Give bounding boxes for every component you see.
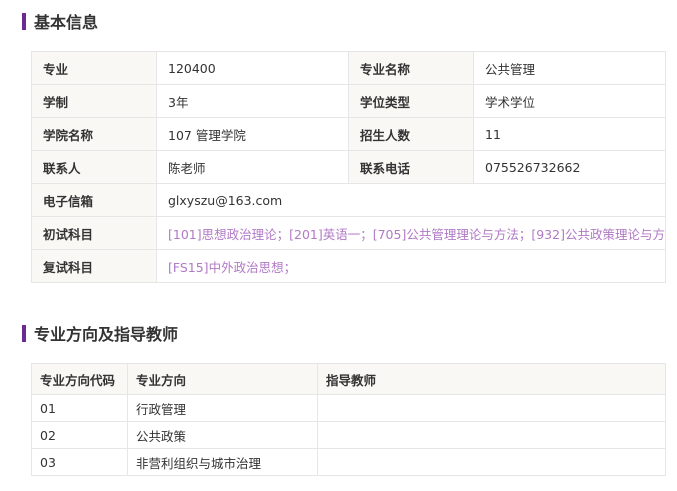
prelim-subjects-label: 初试科目 [31, 216, 157, 250]
school-value: 107 管理学院 [156, 117, 349, 151]
table-row: 01 行政管理 [31, 394, 666, 422]
email-label: 电子信箱 [31, 183, 157, 217]
enroll-label: 招生人数 [348, 117, 474, 151]
basic-info-table: 专业 120400 专业名称 公共管理 学制 3年 学位类型 学术学位 学院名称… [31, 51, 666, 283]
header-direction: 专业方向 [127, 363, 318, 395]
major-name-value: 公共管理 [473, 51, 666, 85]
table-row: 02 公共政策 [31, 421, 666, 449]
contact-label: 联系人 [31, 150, 157, 184]
table-row: 电子信箱 glxyszu@163.com [31, 183, 666, 217]
school-label: 学院名称 [31, 117, 157, 151]
table-row: 联系人 陈老师 联系电话 075526732662 [31, 150, 666, 184]
direction-name: 非营利组织与城市治理 [127, 448, 318, 476]
direction-advisor [317, 421, 666, 449]
directions-title: 专业方向及指导教师 [34, 325, 179, 344]
retest-subjects-label: 复试科目 [31, 249, 157, 283]
contact-value: 陈老师 [156, 150, 349, 184]
direction-name: 公共政策 [127, 421, 318, 449]
table-row: 学院名称 107 管理学院 招生人数 11 [31, 117, 666, 151]
degree-type-value: 学术学位 [473, 84, 666, 118]
duration-value: 3年 [156, 84, 349, 118]
direction-code: 03 [31, 448, 128, 476]
email-value: glxyszu@163.com [156, 183, 666, 217]
duration-label: 学制 [31, 84, 157, 118]
directions-table: 专业方向代码 专业方向 指导教师 01 行政管理 02 公共政策 03 非营利组… [31, 363, 666, 476]
header-advisor: 指导教师 [317, 363, 666, 395]
degree-type-label: 学位类型 [348, 84, 474, 118]
prelim-subjects-value[interactable]: [101]思想政治理论；[201]英语一；[705]公共管理理论与方法；[932… [156, 216, 666, 250]
retest-subjects-value[interactable]: [FS15]中外政治思想； [156, 249, 666, 283]
enroll-value: 11 [473, 117, 666, 151]
table-row: 03 非营利组织与城市治理 [31, 448, 666, 476]
table-header-row: 专业方向代码 专业方向 指导教师 [31, 363, 666, 395]
direction-code: 01 [31, 394, 128, 422]
table-row: 学制 3年 学位类型 学术学位 [31, 84, 666, 118]
phone-value: 075526732662 [473, 150, 666, 184]
phone-label: 联系电话 [348, 150, 474, 184]
major-label: 专业 [31, 51, 157, 85]
direction-code: 02 [31, 421, 128, 449]
direction-advisor [317, 394, 666, 422]
heading-accent-bar [22, 12, 26, 30]
header-direction-code: 专业方向代码 [31, 363, 128, 395]
major-value: 120400 [156, 51, 349, 85]
table-row: 专业 120400 专业名称 公共管理 [31, 51, 666, 85]
table-row: 初试科目 [101]思想政治理论；[201]英语一；[705]公共管理理论与方法… [31, 216, 666, 250]
heading-accent-bar [22, 324, 26, 342]
major-name-label: 专业名称 [348, 51, 474, 85]
directions-heading: 专业方向及指导教师 [22, 321, 178, 345]
basic-info-title: 基本信息 [34, 13, 99, 32]
direction-name: 行政管理 [127, 394, 318, 422]
direction-advisor [317, 448, 666, 476]
table-row: 复试科目 [FS15]中外政治思想； [31, 249, 666, 283]
basic-info-heading: 基本信息 [22, 9, 98, 33]
